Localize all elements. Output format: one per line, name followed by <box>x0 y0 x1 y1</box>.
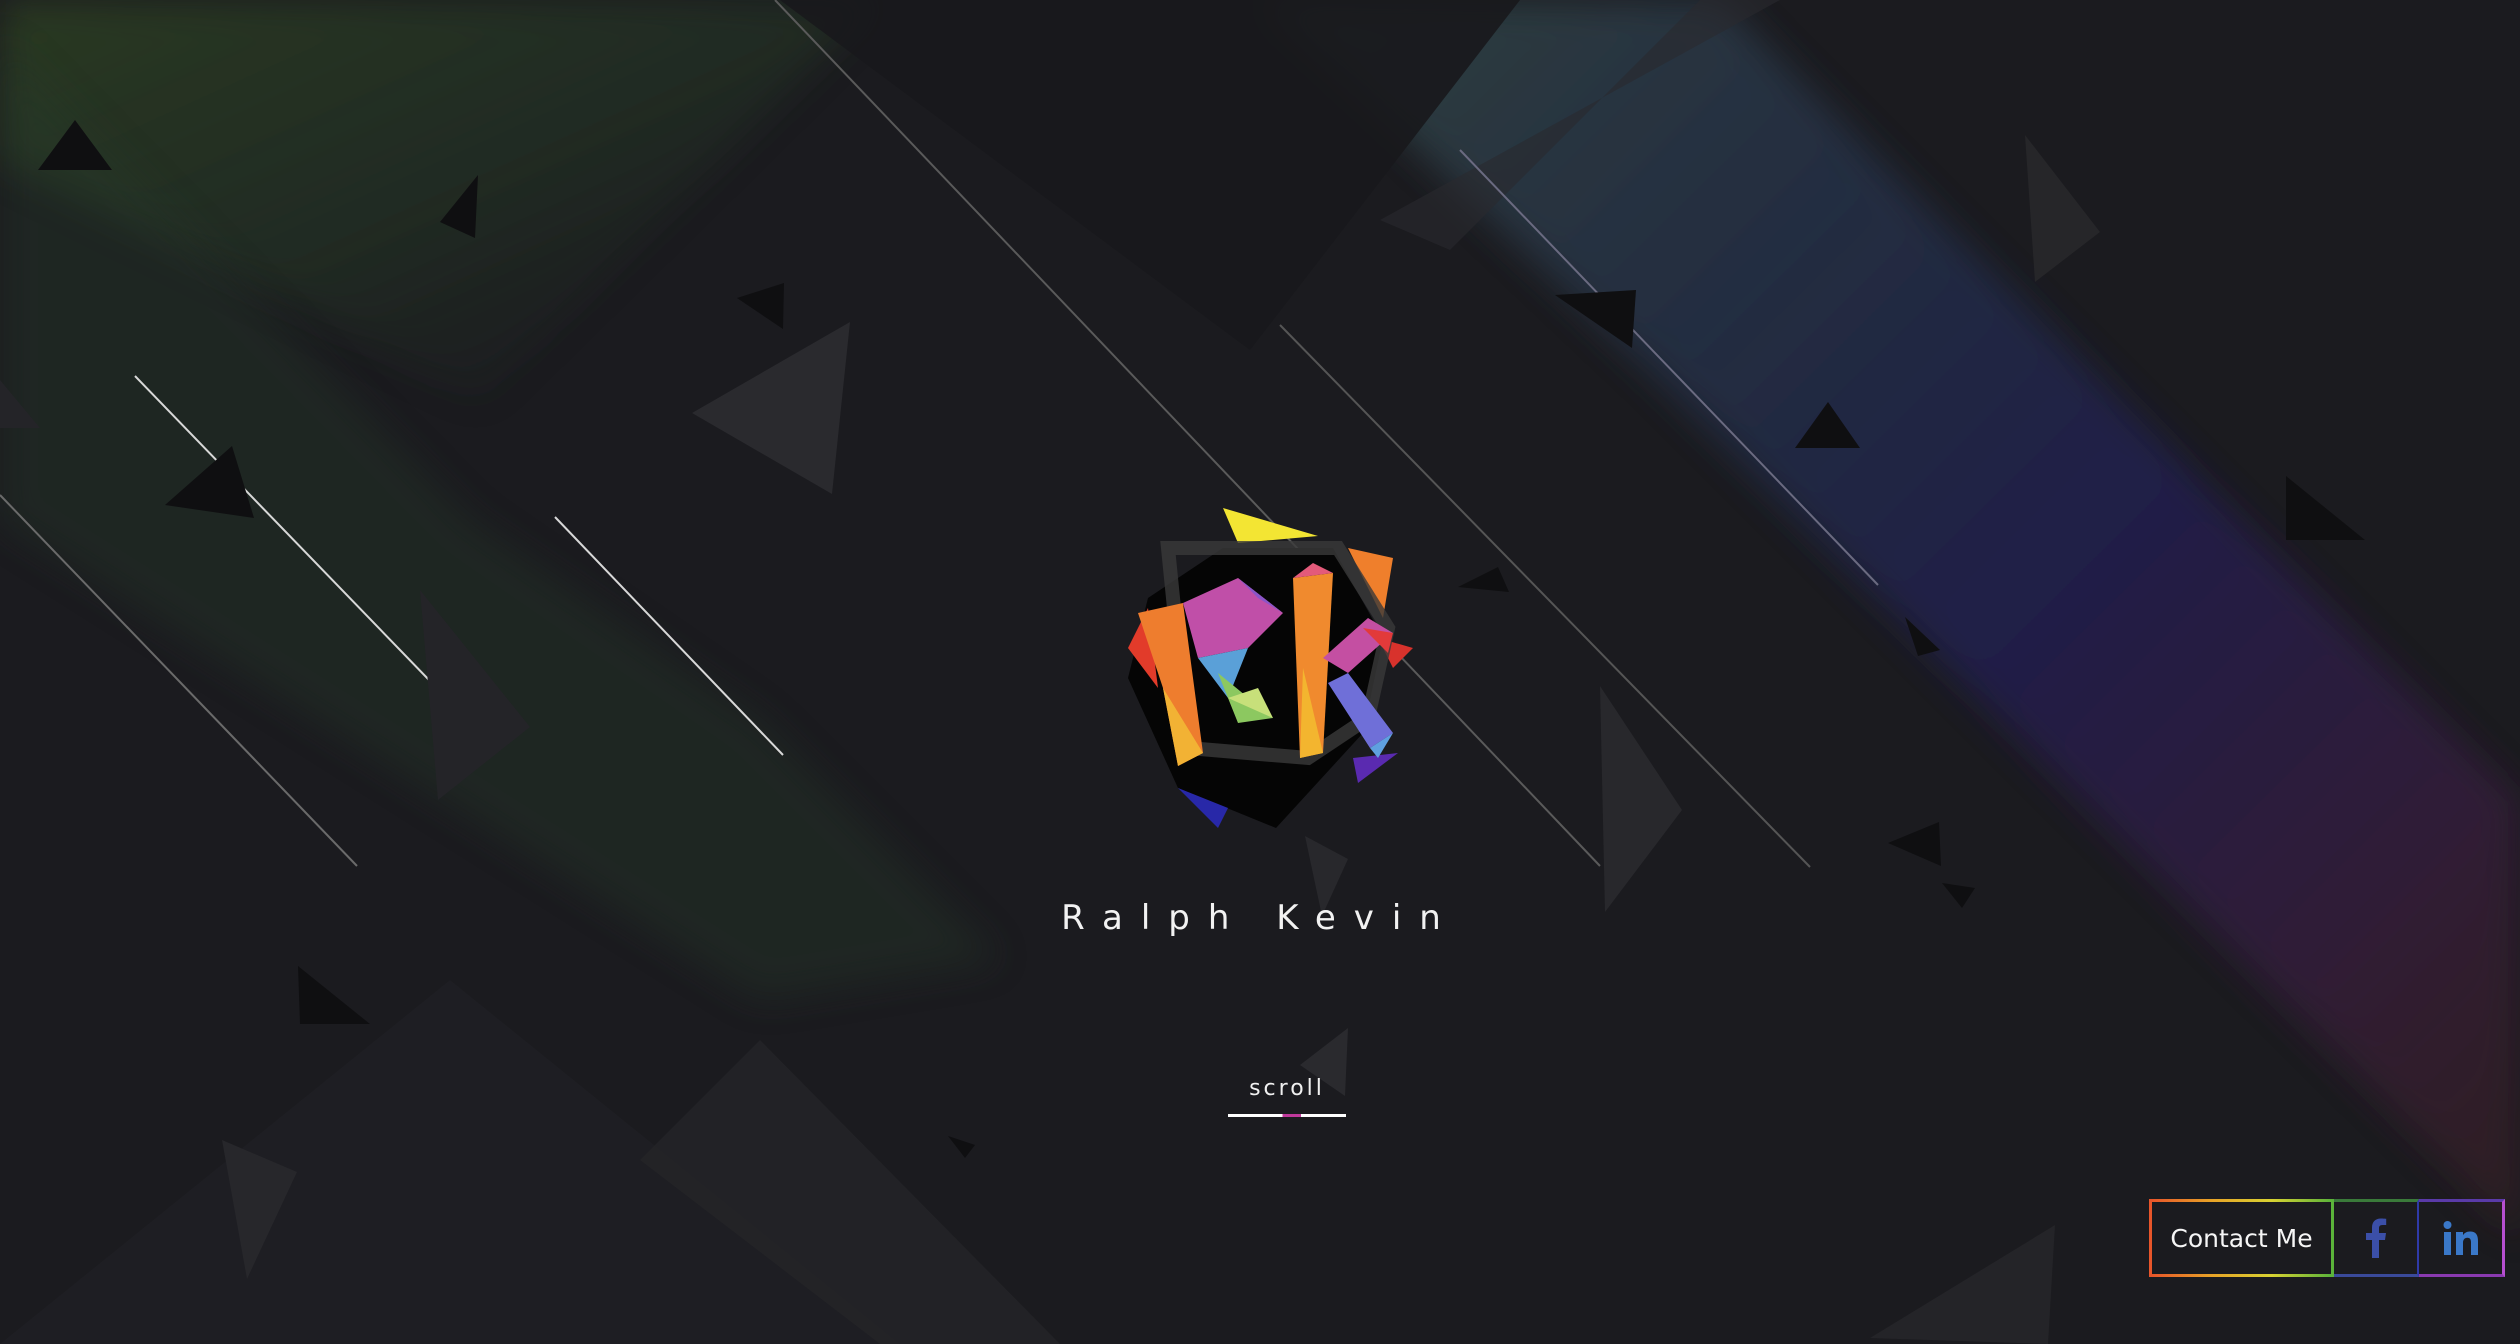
rk-logo <box>1128 508 1413 828</box>
scroll-underline <box>1228 1114 1346 1117</box>
site-owner-name: Ralph Kevin <box>1061 898 1459 938</box>
linkedin-button[interactable] <box>2419 1199 2505 1277</box>
contact-bar: Contact Me <box>2149 1199 2505 1277</box>
contact-me-label: Contact Me <box>2170 1223 2313 1253</box>
hero-section: Ralph Kevin scroll Contact Me <box>0 0 2520 1344</box>
contact-me-button[interactable]: Contact Me <box>2149 1199 2334 1277</box>
facebook-icon <box>2365 1218 2386 1258</box>
linkedin-icon <box>2443 1221 2478 1255</box>
facebook-button[interactable] <box>2334 1199 2419 1277</box>
scroll-label: scroll <box>1249 1076 1325 1101</box>
scroll-indicator[interactable]: scroll <box>1228 1076 1346 1120</box>
